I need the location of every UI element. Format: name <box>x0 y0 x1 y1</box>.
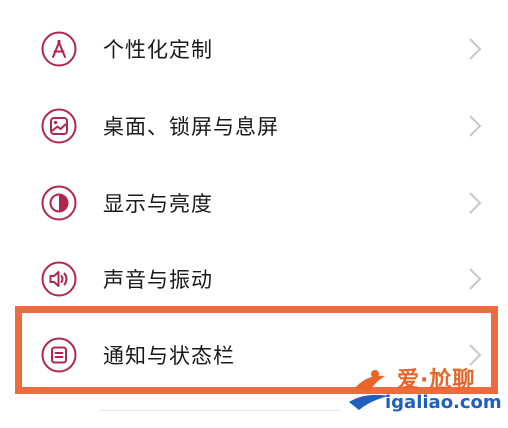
settings-item-desktop-lockscreen[interactable]: 桌面、锁屏与息屏 <box>0 87 508 165</box>
chevron-right-icon <box>468 37 482 61</box>
settings-item-label: 声音与振动 <box>103 268 213 292</box>
settings-item-display-brightness[interactable]: 显示与亮度 <box>0 164 508 242</box>
compass-icon <box>40 30 78 68</box>
chevron-right-icon <box>468 191 482 215</box>
chevron-right-icon <box>468 267 482 291</box>
notification-icon <box>40 336 78 374</box>
settings-item-personalization[interactable]: 个性化定制 <box>0 10 508 88</box>
speaker-icon <box>40 260 78 298</box>
settings-item-sound-vibration[interactable]: 声音与振动 <box>0 240 508 318</box>
chevron-right-icon <box>468 114 482 138</box>
settings-item-label: 桌面、锁屏与息屏 <box>103 115 279 139</box>
settings-item-label: 个性化定制 <box>103 38 213 62</box>
brightness-icon <box>40 184 78 222</box>
settings-item-notification-statusbar[interactable]: 通知与状态栏 <box>0 316 508 394</box>
settings-list: 个性化定制 桌面、锁屏与息屏 显示与亮度 声音与振动 通知与状态栏 <box>0 0 508 428</box>
wallpaper-icon <box>40 107 78 145</box>
divider <box>100 410 340 411</box>
settings-item-label: 通知与状态栏 <box>103 344 235 368</box>
chevron-right-icon <box>468 343 482 367</box>
settings-item-label: 显示与亮度 <box>103 192 213 216</box>
